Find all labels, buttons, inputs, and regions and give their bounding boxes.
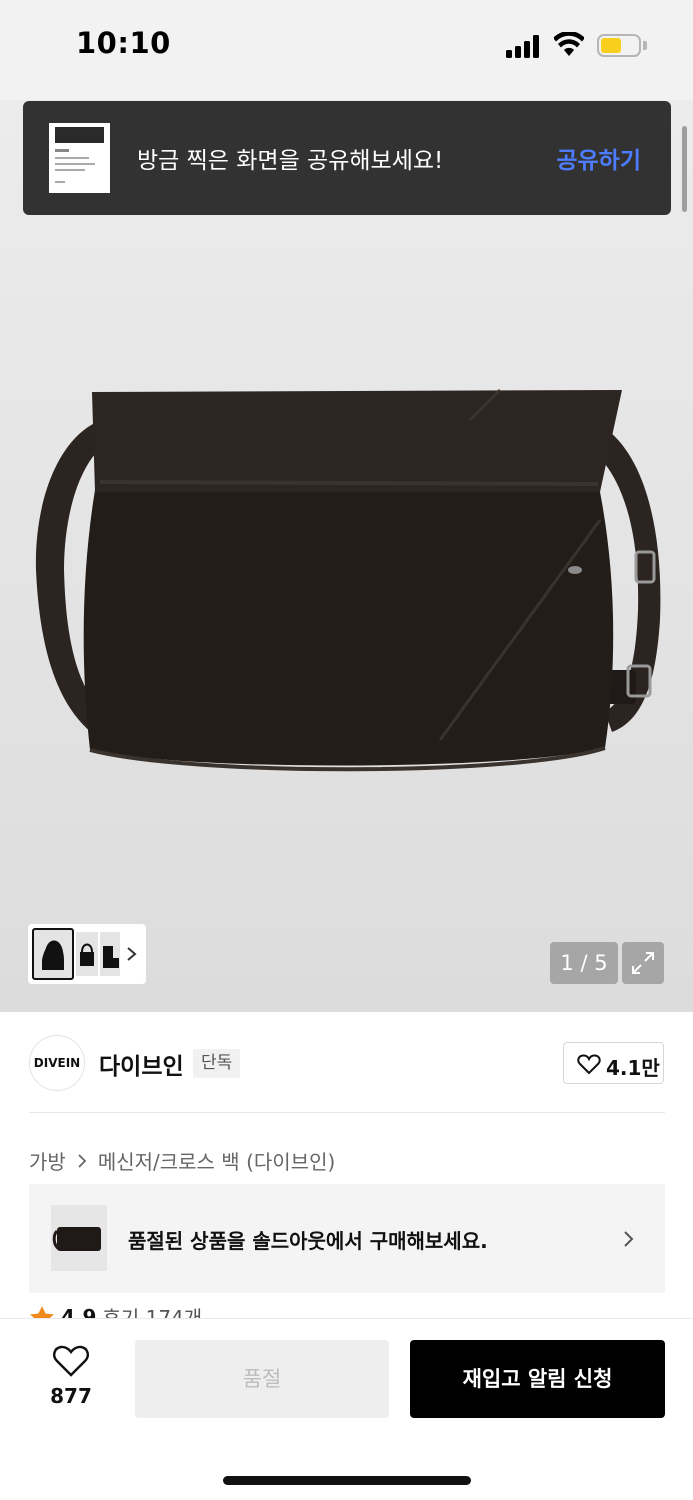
breadcrumb-item-category[interactable]: 가방 — [29, 1146, 66, 1175]
brand-logo[interactable]: DIVEIN — [29, 1035, 85, 1091]
thumbnail-strip[interactable] — [28, 924, 146, 984]
heart-icon — [577, 1054, 601, 1075]
expand-icon — [632, 952, 654, 974]
chevron-right-icon — [78, 1153, 87, 1168]
toast-message: 방금 찍은 화면을 공유해보세요! — [137, 148, 444, 174]
chevron-right-icon[interactable] — [122, 940, 142, 968]
brand-like-count: 4.1만 — [606, 1056, 660, 1080]
soldout-banner[interactable]: 품절된 상품을 솔드아웃에서 구매해보세요. — [29, 1184, 665, 1293]
breadcrumb: 가방 메신저/크로스 백 (다이브인) — [29, 1146, 335, 1175]
share-toast: 방금 찍은 화면을 공유해보세요! 공유하기 — [23, 101, 671, 215]
divider — [29, 1112, 665, 1113]
battery-icon — [597, 34, 641, 57]
scrollbar[interactable] — [682, 126, 687, 212]
home-indicator[interactable] — [223, 1476, 471, 1485]
restock-alert-button[interactable]: 재입고 알림 신청 — [410, 1340, 665, 1418]
product-image[interactable] — [0, 100, 693, 1012]
thumbnail-2[interactable] — [76, 932, 98, 976]
wifi-icon — [554, 32, 584, 56]
soldout-product-thumbnail — [51, 1205, 107, 1271]
bag-illustration — [35, 388, 661, 772]
thumbnail-1[interactable] — [32, 928, 74, 980]
breadcrumb-item-subcategory[interactable]: 메신저/크로스 백 (다이브인) — [98, 1146, 335, 1175]
share-button[interactable]: 공유하기 — [556, 141, 641, 175]
brand-like-button[interactable]: 4.1만 — [563, 1042, 664, 1084]
expand-button[interactable] — [622, 942, 664, 984]
soldout-button[interactable]: 품절 — [135, 1340, 389, 1418]
exclusive-badge: 단독 — [193, 1049, 241, 1078]
soldout-banner-text: 품절된 상품을 솔드아웃에서 구매해보세요. — [128, 1229, 488, 1253]
thumbnail-3[interactable] — [100, 932, 120, 976]
chevron-right-icon — [624, 1231, 634, 1247]
brand-name[interactable]: 다이브인 — [99, 1047, 184, 1081]
signal-icon — [506, 34, 542, 58]
wish-count: 877 — [50, 1384, 92, 1408]
heart-icon[interactable] — [52, 1344, 90, 1378]
screenshot-thumbnail — [49, 123, 110, 193]
status-time: 10:10 — [76, 26, 171, 60]
status-bar: 10:10 — [0, 0, 693, 100]
image-counter: 1 / 5 — [550, 942, 618, 984]
